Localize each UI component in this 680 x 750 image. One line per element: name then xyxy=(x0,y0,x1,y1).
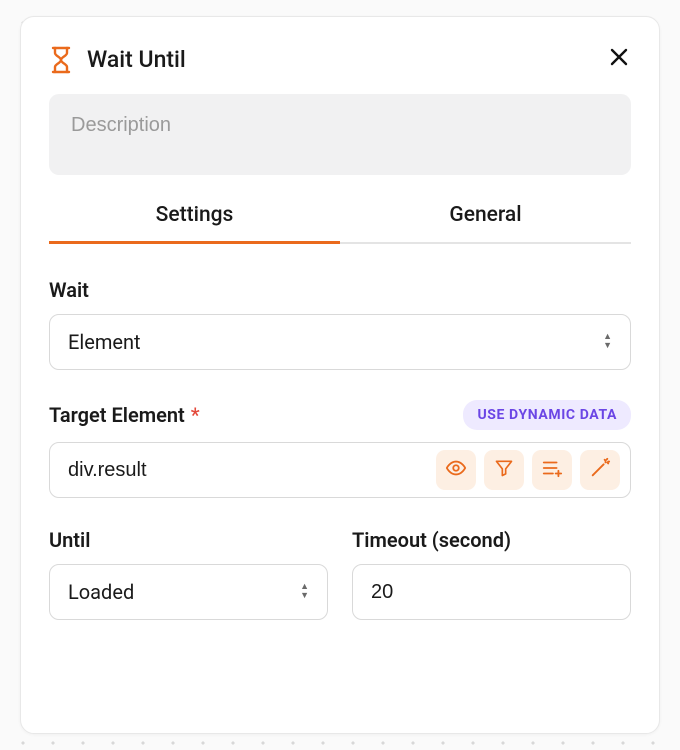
timeout-field: Timeout (second) xyxy=(352,528,631,620)
close-button[interactable] xyxy=(607,45,631,74)
magic-wand-icon xyxy=(589,457,611,483)
eye-icon xyxy=(445,457,467,483)
panel-header: Wait Until xyxy=(49,45,631,74)
tab-bar: Settings General xyxy=(49,203,631,244)
target-element-label: Target Element * xyxy=(49,403,200,427)
magic-button[interactable] xyxy=(580,450,620,490)
until-field: Until Loaded ▲▼ xyxy=(49,528,328,620)
target-element-field: Target Element * USE DYNAMIC DATA xyxy=(49,400,631,498)
hourglass-icon xyxy=(49,46,73,74)
description-box xyxy=(49,94,631,175)
target-element-label-row: Target Element * USE DYNAMIC DATA xyxy=(49,400,631,430)
until-select[interactable]: Loaded ▲▼ xyxy=(49,564,328,620)
tab-general[interactable]: General xyxy=(340,203,631,244)
until-timeout-row: Until Loaded ▲▼ Timeout (second) xyxy=(49,528,631,620)
wait-select[interactable]: Element ▲▼ xyxy=(49,314,631,370)
use-dynamic-data-button[interactable]: USE DYNAMIC DATA xyxy=(463,400,631,430)
target-element-input-wrap xyxy=(49,442,631,498)
target-element-input[interactable] xyxy=(68,459,436,482)
funnel-icon xyxy=(494,458,514,482)
chevron-up-down-icon: ▲▼ xyxy=(300,583,309,601)
wait-label: Wait xyxy=(49,278,631,302)
target-element-tools xyxy=(436,450,620,490)
description-input[interactable] xyxy=(71,114,609,137)
preview-button[interactable] xyxy=(436,450,476,490)
list-add-button[interactable] xyxy=(532,450,572,490)
wait-field: Wait Element ▲▼ xyxy=(49,278,631,370)
until-select-value: Loaded xyxy=(68,580,300,604)
required-mark: * xyxy=(191,403,200,427)
timeout-input-wrap xyxy=(352,564,631,620)
until-label: Until xyxy=(49,528,328,552)
chevron-up-down-icon: ▲▼ xyxy=(603,333,612,351)
timeout-input[interactable] xyxy=(371,581,631,604)
panel-title: Wait Until xyxy=(87,46,607,73)
tab-settings[interactable]: Settings xyxy=(49,203,340,244)
timeout-label: Timeout (second) xyxy=(352,528,631,552)
list-plus-icon xyxy=(541,457,563,483)
wait-until-panel: Wait Until Settings General Wait Element… xyxy=(20,16,660,734)
filter-button[interactable] xyxy=(484,450,524,490)
wait-select-value: Element xyxy=(68,330,603,354)
